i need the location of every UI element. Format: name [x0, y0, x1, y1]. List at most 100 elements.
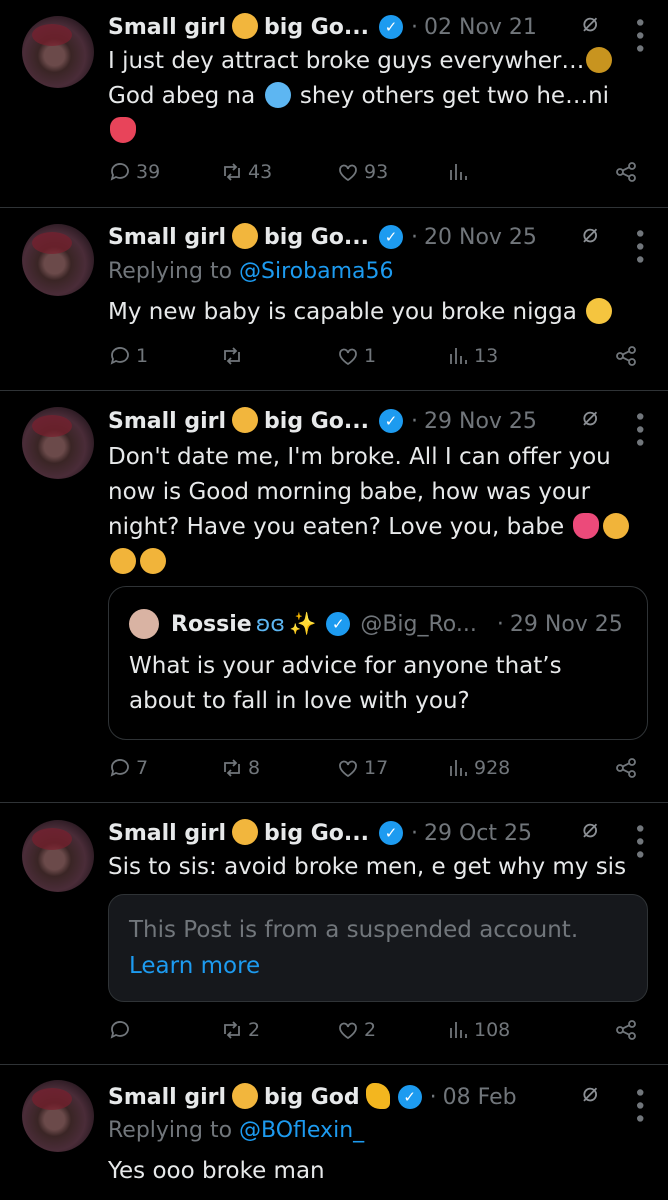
tweet-5[interactable]: Small girl big God ✓ · 08 Feb ⌀ ••• Repl… [0, 1064, 668, 1200]
grok-icon[interactable]: ⌀ [582, 219, 598, 249]
tweet-3[interactable]: Small girl big Go... ✓ · 29 Nov 25 ⌀ •••… [0, 390, 668, 803]
kissing-emoji-icon [140, 547, 166, 574]
monkey-emoji-icon [232, 407, 259, 433]
heart-eyes-emoji-icon [110, 547, 136, 574]
verified-badge-icon: ✓ [379, 821, 403, 845]
butterfly-emoji-icon: ʚɞ [255, 611, 285, 637]
tweet-header: Small girl big Go... ✓ · 02 Nov 21 [108, 13, 537, 40]
tweet-1[interactable]: Small girl big Go... ✓ · 02 Nov 21 ⌀ •••… [0, 0, 668, 208]
display-name-suffix[interactable]: big Go... [264, 225, 369, 250]
share-button[interactable] [614, 1018, 638, 1042]
like-icon [339, 760, 357, 778]
avatar[interactable] [22, 1080, 94, 1152]
verified-badge-icon: ✓ [379, 225, 403, 249]
sparkles-emoji-icon: ✨ [288, 611, 317, 637]
avatar[interactable] [22, 820, 94, 892]
display-name-suffix[interactable]: big God [264, 1085, 360, 1110]
tweet-date[interactable]: 29 Nov 25 [424, 409, 537, 434]
suspended-text: This Post is from a suspended account. [129, 917, 579, 943]
reply-button[interactable]: 39 [108, 160, 160, 184]
reply-icon [110, 347, 129, 365]
like-icon [339, 348, 357, 366]
tweet-date[interactable]: 08 Feb [443, 1085, 517, 1110]
share-icon [616, 758, 636, 778]
display-name[interactable]: Small girl [108, 225, 226, 250]
flexed-biceps-emoji-icon [365, 1083, 390, 1109]
quote-display-name: Rossie [171, 611, 252, 637]
display-name[interactable]: Small girl [108, 15, 226, 40]
reply-icon [110, 1021, 129, 1039]
more-icon[interactable]: ••• [626, 227, 651, 266]
like-icon [339, 1022, 357, 1040]
display-name[interactable]: Small girl [108, 821, 226, 846]
quoted-tweet[interactable]: Rossie ʚɞ ✨ ✓ @Big_Ro... · 29 Nov 25 Wha… [108, 586, 648, 740]
display-name-suffix[interactable]: big Go... [264, 15, 369, 40]
smiling-hearts-emoji-icon [603, 512, 630, 539]
grok-icon[interactable]: ⌀ [582, 402, 598, 432]
display-name-suffix[interactable]: big Go... [264, 409, 369, 434]
views-button[interactable]: 13 [446, 344, 498, 368]
tweet-header: Small girl big Go... ✓ · 29 Oct 25 [108, 819, 533, 846]
repost-button[interactable]: 8 [220, 756, 260, 780]
suspended-post-notice: This Post is from a suspended account. L… [108, 894, 648, 1002]
reply-button[interactable]: 1 [108, 344, 148, 368]
display-name-suffix[interactable]: big Go... [264, 821, 369, 846]
tweet-text: My new baby is capable you broke nigga [108, 295, 638, 330]
share-button[interactable] [614, 756, 638, 780]
monkey-emoji-icon [232, 223, 259, 249]
avatar[interactable] [22, 224, 94, 296]
share-icon [616, 1020, 636, 1040]
tweet-text: Sis to sis: avoid broke men, e get why m… [108, 854, 627, 880]
tweet-actions: 7 8 17 928 [108, 756, 638, 786]
reply-icon [110, 163, 129, 181]
reply-button[interactable] [108, 1018, 136, 1042]
quote-date: 29 Nov 25 [509, 611, 623, 637]
views-button[interactable]: 108 [446, 1018, 510, 1042]
pink-heart-emoji-icon [573, 512, 600, 539]
tweet-text: Don't date me, I'm broke. All I can offe… [108, 440, 638, 580]
repost-button[interactable] [220, 344, 248, 368]
display-name[interactable]: Small girl [108, 409, 226, 434]
repost-icon [224, 347, 240, 365]
tweet-2[interactable]: Small girl big Go... ✓ · 20 Nov 25 ⌀ •••… [0, 207, 668, 391]
monkey-emoji-icon [232, 13, 259, 39]
like-button[interactable]: 17 [336, 756, 388, 780]
replying-handle-link[interactable]: @Sirobama56 [239, 259, 393, 284]
avatar[interactable] [22, 407, 94, 479]
share-icon [616, 346, 636, 366]
tweet-actions: 39 43 93 [108, 160, 638, 190]
like-button[interactable]: 2 [336, 1018, 376, 1042]
quote-avatar [129, 609, 159, 639]
tweet-4[interactable]: Small girl big Go... ✓ · 29 Oct 25 ⌀ •••… [0, 802, 668, 1065]
share-button[interactable] [614, 344, 638, 368]
repost-button[interactable]: 2 [220, 1018, 260, 1042]
views-icon [450, 164, 467, 180]
verified-badge-icon: ✓ [397, 1085, 422, 1109]
learn-more-link[interactable]: Learn more [129, 953, 260, 979]
grok-icon[interactable]: ⌀ [582, 1078, 598, 1108]
replying-to: Replying to @BOflexin_ [108, 1118, 365, 1143]
views-button[interactable]: 928 [446, 756, 510, 780]
views-icon [450, 1022, 467, 1038]
tweet-header: Small girl big God ✓ · 08 Feb [108, 1083, 517, 1110]
more-icon[interactable]: ••• [626, 1086, 651, 1125]
like-icon [339, 164, 357, 182]
grok-icon[interactable]: ⌀ [582, 814, 598, 844]
like-button[interactable]: 1 [336, 344, 376, 368]
replying-handle-link[interactable]: @BOflexin_ [239, 1118, 364, 1143]
repost-button[interactable]: 43 [220, 160, 272, 184]
tweet-text: Yes ooo broke man [108, 1158, 325, 1184]
share-button[interactable] [614, 160, 638, 184]
tweet-actions: 2 2 108 [108, 1018, 638, 1048]
repost-icon [224, 759, 240, 777]
tweet-date[interactable]: 20 Nov 25 [424, 225, 537, 250]
views-button[interactable] [446, 160, 474, 184]
reply-button[interactable]: 7 [108, 756, 148, 780]
grok-icon[interactable]: ⌀ [582, 8, 598, 38]
verified-badge-icon: ✓ [326, 612, 351, 636]
like-button[interactable]: 93 [336, 160, 388, 184]
tweet-date[interactable]: 02 Nov 21 [424, 15, 537, 40]
display-name[interactable]: Small girl [108, 1085, 226, 1110]
avatar[interactable] [22, 16, 94, 88]
tweet-date[interactable]: 29 Oct 25 [424, 821, 532, 846]
